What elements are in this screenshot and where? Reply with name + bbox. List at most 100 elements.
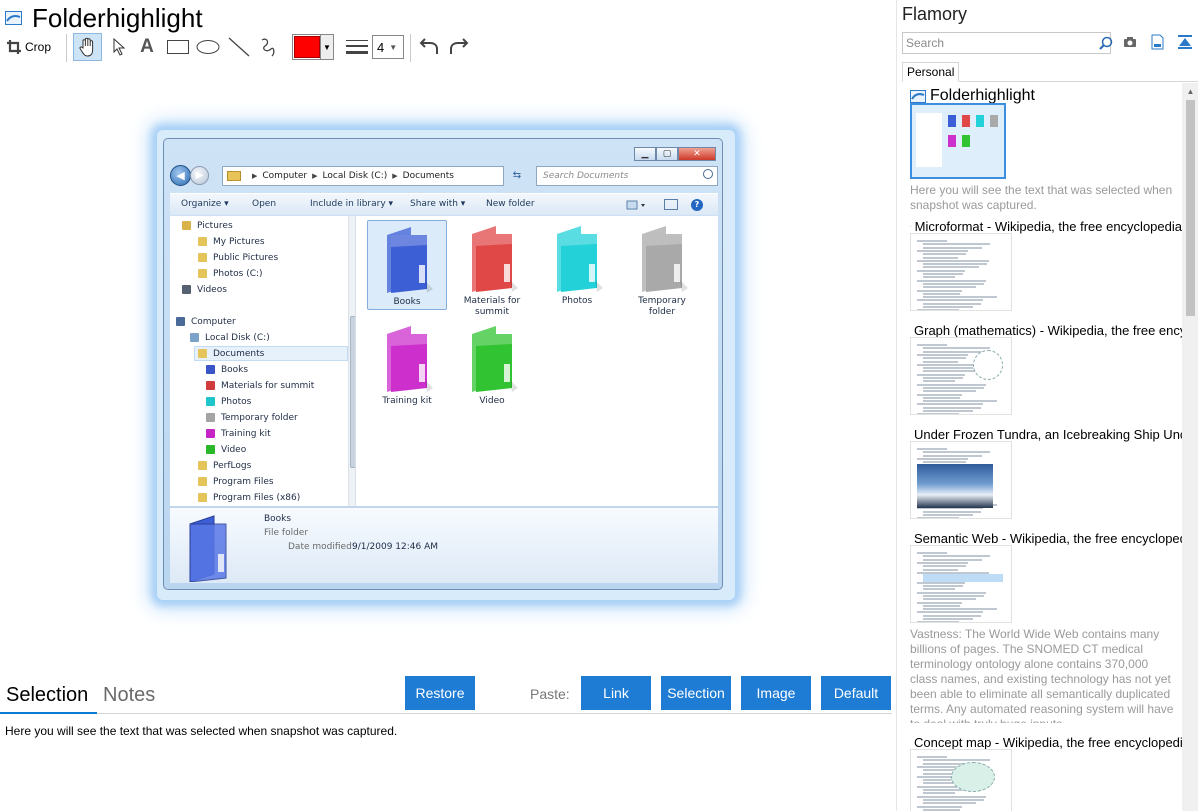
folder-icon — [198, 493, 207, 502]
snapshot-entry[interactable]: Microformat - Wikipedia, the free encycl… — [897, 219, 1182, 319]
thumbnail-text-line — [923, 802, 976, 805]
thumbnail-text-line — [923, 792, 955, 795]
snapshot-thumbnail[interactable] — [910, 545, 1012, 623]
snapshot-thumbnail[interactable] — [910, 103, 1006, 179]
folder-icon — [642, 226, 688, 292]
thumbnail-figure — [973, 350, 1003, 380]
freehand-tool-button[interactable] — [254, 34, 282, 60]
thumbnail-text-line — [917, 289, 962, 292]
snapshot-entry-header: Graph (mathematics) - Wikipedia, the fre… — [910, 323, 1182, 338]
paste-selection-button[interactable]: Selection — [661, 676, 731, 710]
snapshot-thumbnail[interactable] — [910, 441, 1012, 519]
thumbnail-highlight — [923, 574, 1003, 582]
details-date-label: Date modified: — [288, 542, 355, 552]
tree-item-label: Photos — [221, 396, 252, 407]
paste-link-button[interactable]: Link — [581, 676, 651, 710]
page-icon[interactable] — [1151, 34, 1164, 50]
redo-button[interactable] — [446, 34, 472, 60]
text-tool-button[interactable]: A — [134, 34, 160, 60]
snapshot-entry[interactable]: Folderhighlight Here you will see the tex… — [897, 87, 1182, 212]
tree-item: Temporary folder — [206, 410, 298, 425]
folder-icon — [472, 326, 518, 392]
thumbnail-text-line — [923, 282, 984, 285]
selection-text[interactable]: Here you will see the text that was sele… — [5, 724, 397, 738]
new-folder-command: New folder — [486, 199, 535, 209]
paste-default-button[interactable]: Default — [821, 676, 891, 710]
toolbar-divider — [66, 34, 67, 62]
tab-personal[interactable]: Personal — [902, 62, 959, 82]
crop-button[interactable]: Crop — [6, 34, 60, 60]
snapshot-thumbnail[interactable] — [910, 337, 1012, 415]
active-tab-indicator — [0, 712, 97, 714]
sidebar-search-input[interactable]: Search — [902, 32, 1113, 54]
thumbnail-folder-mark — [948, 115, 956, 127]
snapshot-entry-header: Microformat - Wikipedia, the free encycl… — [910, 219, 1182, 234]
line-width-icon[interactable] — [343, 34, 371, 60]
navigation-row: ◀ ▶ ▶ Computer ▶ Local Disk (C:) ▶ Docum… — [170, 165, 718, 189]
ellipse-tool-button[interactable] — [194, 34, 222, 60]
color-picker[interactable]: ▼ — [292, 34, 334, 60]
breadcrumb-item: Documents — [402, 171, 454, 181]
snapshot-entry[interactable]: Concept map - Wikipedia, the free encycl… — [897, 735, 1182, 811]
camera-icon[interactable] — [1123, 36, 1137, 48]
breadcrumb-item: Computer — [262, 171, 308, 181]
snapshot-entry[interactable]: Under Frozen Tundra, an Icebreaking Ship… — [897, 427, 1182, 527]
thumbnail-tree-pane — [916, 113, 942, 167]
paste-image-button[interactable]: Image — [741, 676, 811, 710]
snapshot-thumbnail[interactable] — [910, 749, 1012, 811]
scroll-thumb[interactable] — [1186, 100, 1195, 316]
rectangle-tool-button[interactable] — [164, 34, 192, 60]
select-tool-button[interactable] — [106, 34, 132, 60]
flamory-page-icon — [910, 226, 911, 227]
snapshot-entry-title: Concept map - Wikipedia, the free encycl… — [914, 735, 1182, 750]
thumbnail-text-line — [923, 789, 963, 791]
undo-button[interactable] — [416, 34, 442, 60]
folder-icon — [472, 226, 518, 292]
thumbnail-text-line — [917, 279, 986, 282]
thumbnail-text-line — [923, 614, 981, 617]
thumbnail-text-line — [917, 517, 959, 518]
snapshot-entry[interactable]: Semantic Web - Wikipedia, the free encyc… — [897, 531, 1182, 731]
tab-selection[interactable]: Selection — [6, 684, 88, 707]
chevron-down-icon: ▼ — [320, 35, 333, 59]
tree-item-label: Training kit — [221, 428, 271, 439]
captured-snapshot[interactable]: ▁ ▢ ✕ ◀ ▶ ▶ Computer ▶ Local Disk (C:) ▶… — [150, 125, 740, 607]
file-view: Books Materials for summit Photos Temporary… — [356, 216, 718, 506]
thumbnail-text-line — [923, 618, 973, 620]
line-width-select[interactable]: 4 ▼ — [372, 35, 404, 59]
thumbnail-text-line — [917, 552, 947, 554]
pin-to-top-icon[interactable] — [1177, 34, 1193, 50]
thumbnail-text-line — [917, 756, 947, 758]
thumbnail-text-line — [923, 306, 973, 308]
thumbnail-text-line — [923, 273, 963, 275]
close-icon: ✕ — [678, 147, 716, 161]
line-icon — [228, 37, 250, 57]
folder-icon — [198, 477, 207, 486]
tab-notes[interactable]: Notes — [103, 684, 155, 707]
thumbnail-text-line — [923, 347, 990, 350]
tree-item-label: Videos — [197, 284, 227, 295]
restore-button[interactable]: Restore — [405, 676, 475, 710]
tree-item: Pictures — [182, 218, 233, 233]
tree-item: PerfLogs — [198, 458, 251, 473]
maximize-icon: ▢ — [656, 147, 678, 161]
folder-icon — [227, 171, 241, 181]
file-label: Materials for summit — [463, 296, 521, 317]
tree-item-label: Public Pictures — [213, 252, 279, 263]
tree-item: Videos — [182, 282, 227, 297]
flamory-app-icon — [5, 11, 22, 25]
thumbnail-text-line — [923, 608, 997, 611]
snapshot-entry[interactable]: Graph (mathematics) - Wikipedia, the fre… — [897, 323, 1182, 423]
hand-tool-button[interactable] — [73, 33, 102, 61]
thumbnail-text-line — [917, 611, 983, 614]
sidebar-scrollbar[interactable]: ▲ — [1182, 83, 1198, 811]
tree-item: Program Files (x86) — [198, 490, 300, 505]
folder-icon — [206, 413, 215, 422]
snapshot-thumbnail[interactable] — [910, 233, 1012, 311]
folder-icon — [206, 365, 215, 374]
search-icon — [1099, 36, 1113, 50]
paste-label: Paste: — [530, 686, 570, 702]
tree-item: Books — [206, 362, 248, 377]
line-tool-button[interactable] — [225, 34, 253, 60]
snapshot-entry-header: Under Frozen Tundra, an Icebreaking Ship… — [910, 427, 1182, 442]
